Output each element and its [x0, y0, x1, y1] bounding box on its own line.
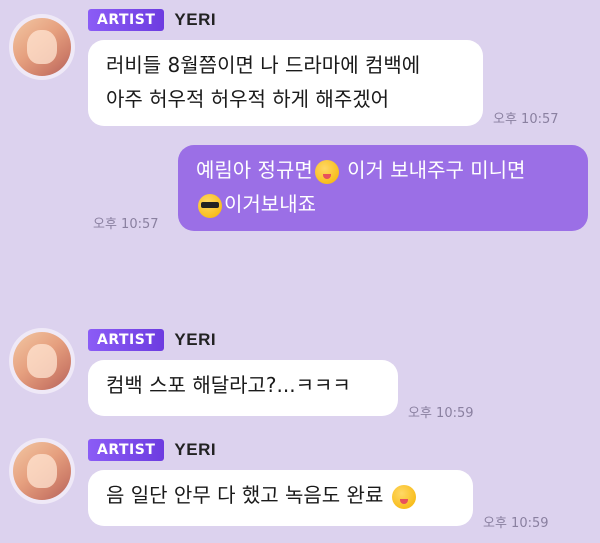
yum-face-emoji-icon [391, 484, 416, 509]
message-bubble[interactable]: 러비들 8월쯤이면 나 드라마에 컴백에 아주 허우적 허우적 하게 해주겠어 [88, 40, 483, 126]
message-line: 아주 허우적 허우적 하게 해주겠어 [106, 87, 390, 111]
sunglasses-face-emoji-icon [198, 193, 222, 218]
avatar[interactable] [9, 328, 75, 394]
message-bubble[interactable]: 컴백 스포 해달라고?...ㅋㅋㅋ [88, 360, 398, 416]
message-text: 예림아 정규면 [196, 158, 313, 182]
message-text: 컴백 스포 해달라고?...ㅋㅋㅋ [106, 373, 351, 397]
message-bubble[interactable]: 음 일단 안무 다 했고 녹음도 완료 [88, 470, 473, 526]
sender-name: YERI [174, 330, 217, 349]
sender-name: YERI [174, 10, 217, 29]
message-time: 오후 10:59 [483, 516, 549, 531]
avatar[interactable] [9, 438, 75, 504]
message-line: 러비들 8월쯤이면 나 드라마에 컴백에 [106, 53, 421, 77]
message-time: 오후 10:57 [93, 217, 159, 232]
sender-name: YERI [174, 440, 217, 459]
message-time: 오후 10:59 [408, 406, 474, 421]
profile-photo [13, 332, 71, 390]
artist-badge: ARTIST [88, 9, 165, 31]
message-time: 오후 10:57 [493, 112, 559, 127]
artist-badge: ARTIST [88, 329, 165, 351]
message-header: ARTIST YERI [88, 439, 216, 461]
avatar[interactable] [9, 14, 75, 80]
message-text: 음 일단 안무 다 했고 녹음도 완료 [106, 483, 384, 507]
message-line: 이거보내죠 [196, 187, 570, 221]
my-message-bubble[interactable]: 예림아 정규면 이거 보내주구 미니면 이거보내죠 [178, 145, 588, 231]
artist-badge: ARTIST [88, 439, 165, 461]
profile-photo [13, 18, 71, 76]
profile-photo [13, 442, 71, 500]
message-text: 이거 보내주구 미니면 [347, 158, 526, 182]
message-text: 이거보내죠 [224, 192, 316, 216]
message-header: ARTIST YERI [88, 9, 216, 31]
message-line: 예림아 정규면 이거 보내주구 미니면 [196, 153, 570, 187]
message-header: ARTIST YERI [88, 329, 216, 351]
yum-face-emoji-icon [314, 159, 339, 184]
